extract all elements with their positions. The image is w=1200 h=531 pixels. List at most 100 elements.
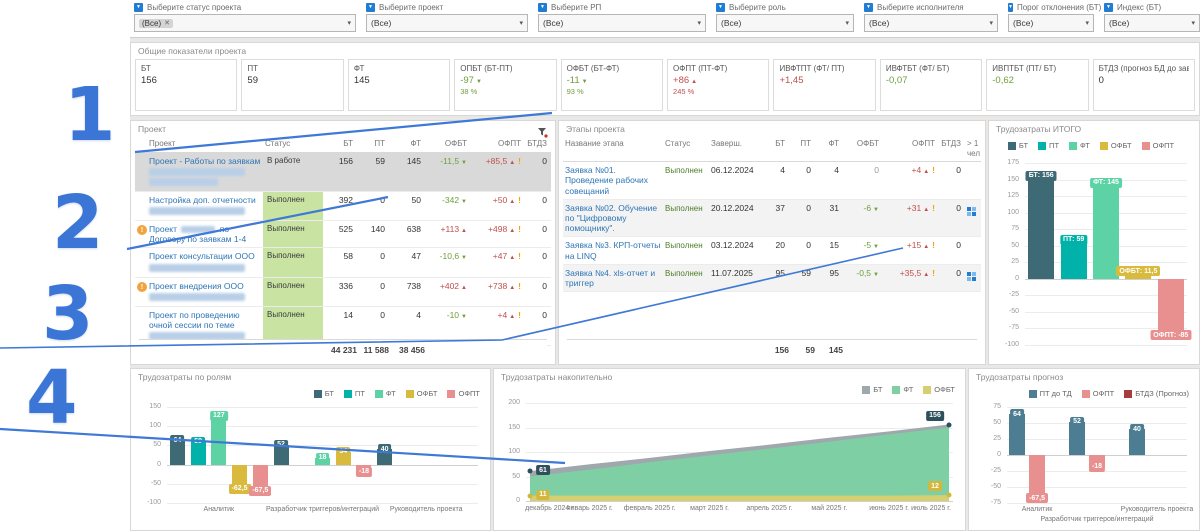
y-axis-tick: 50 <box>973 419 1001 426</box>
stage-link[interactable]: Заявка №4. xls-отчет и триггер <box>565 268 655 288</box>
kpi-panel-title: Общие показатели проекта <box>138 46 246 56</box>
kpi-label: БТ <box>141 64 231 73</box>
x-axis-label: Разработчик триггеров/интеграций <box>266 506 379 513</box>
column-header: ОФБТ <box>425 136 471 152</box>
warning-icon: ! <box>137 225 147 235</box>
column-header: БТДЗ <box>939 136 965 161</box>
slicer-dropdown[interactable]: (Все)▾ <box>366 14 528 32</box>
bar-БТ[interactable] <box>1028 176 1054 279</box>
bar-label: -18 <box>356 467 372 477</box>
status-badge: Выполнен <box>263 248 323 276</box>
kpi-label: ИВФТБТ (ФТ/ БТ) <box>886 64 976 73</box>
bar-label: 64 <box>1010 409 1024 419</box>
project-link[interactable]: Проект консультации ООО <box>149 251 255 261</box>
slicer-dropdown[interactable]: (Все)▾ <box>716 14 854 32</box>
slicer-value: (Все) <box>543 18 563 28</box>
slicer-dropdown-icon: ▼ <box>538 3 547 12</box>
column-header: ФТ <box>815 136 843 161</box>
x-axis-label: Руководитель проекта <box>390 506 463 513</box>
selected-value-chip: (Все)✕ <box>139 19 173 28</box>
project-link[interactable]: Настройка доп. отчетности <box>149 195 256 205</box>
table-row[interactable]: Проект консультации ОООВыполнен58047-10,… <box>135 248 551 277</box>
slicer-dropdown-icon: ▼ <box>134 3 143 12</box>
slicer-dropdown[interactable]: (Все)▾ <box>864 14 998 32</box>
kpi-label: ОФПТ (ПТ-ФТ) <box>673 64 763 73</box>
bar-ОФПТ[interactable] <box>1029 455 1045 498</box>
remove-chip-icon[interactable]: ✕ <box>164 19 170 27</box>
kpi-card: ПТ59 <box>241 59 343 111</box>
stage-link[interactable]: Заявка №02. Обучение по "Цифровому помощ… <box>565 203 657 233</box>
bar-label: 40 <box>1130 424 1144 434</box>
status-badge: Выполнен <box>665 241 703 250</box>
bar-ОФПТ[interactable] <box>1158 279 1184 335</box>
table-row[interactable]: Заявка №02. Обучение по "Цифровому помощ… <box>563 200 981 238</box>
stage-link[interactable]: Заявка №01. Проведение рабочих совещаний <box>565 165 648 195</box>
kpi-card: ФТ145 <box>348 59 450 111</box>
y-axis-tick: -50 <box>993 308 1019 315</box>
annotation-number-2: 2 <box>52 186 104 260</box>
bar-label: ПТ: 59 <box>1060 235 1087 245</box>
table-row[interactable]: Заявка №3. КРП-отчеты на LINQВыполнен03.… <box>563 237 981 264</box>
slicer-value: (Все) <box>371 18 391 28</box>
slicer-dropdown[interactable]: (Все)▾ <box>1104 14 1200 32</box>
table-row[interactable]: Проект - Работы по заявкамВ работе156591… <box>135 153 551 192</box>
bar-label: БТ: 156 <box>1026 171 1057 181</box>
table-row[interactable]: Настройка доп. отчетностиВыполнен392050-… <box>135 192 551 221</box>
warning-icon: ! <box>137 282 147 292</box>
y-axis-tick: 0 <box>993 275 1019 282</box>
slicer-5: ▼Выберите исполнителя(Все)▾ <box>864 3 998 34</box>
slicer-dropdown[interactable]: (Все)✕▾ <box>134 14 356 32</box>
table-row[interactable]: Заявка №01. Проведение рабочих совещаний… <box>563 162 981 200</box>
status-badge: Выполнен <box>263 221 323 247</box>
bar-ПТ до ТД[interactable] <box>1009 414 1025 455</box>
chart-roles: БТПТФТОФБТОФПТ150100500-50-1006452405912… <box>135 371 486 528</box>
kpi-card: БТДЗ (прогноз БД до заве...0 <box>1093 59 1195 111</box>
kpi-label: ОПБТ (БТ-ПТ) <box>460 64 550 73</box>
table-row[interactable]: !Проект по Договору по заявкам 1-4 Выполн… <box>135 221 551 248</box>
y-axis-tick: -75 <box>993 324 1019 331</box>
redacted-text <box>149 207 245 215</box>
kpi-label: ИВФТПТ (ФТ/ ПТ) <box>779 64 869 73</box>
report-icon <box>967 272 976 281</box>
slicer-dropdown-icon: ▼ <box>864 3 873 12</box>
slicer-value: (Все) <box>721 18 741 28</box>
bar-label: 64 <box>170 435 184 445</box>
stages-table: Название этапаСтатусЗаверш.БТПТФТОФБТОФП… <box>563 136 981 362</box>
column-header: Статус <box>263 136 323 152</box>
status-badge: Выполнен <box>665 166 703 175</box>
bar-ПТ[interactable] <box>1061 240 1087 279</box>
column-header: ОФБТ <box>843 136 883 161</box>
slicer-dropdown[interactable]: (Все)▾ <box>1008 14 1094 32</box>
bar-ФТ[interactable] <box>211 416 226 465</box>
project-table-title: Проект <box>138 124 166 134</box>
slicer-label-text: Выберите статус проекта <box>147 3 241 12</box>
project-table-panel: Проект ПроектСтатусБТПТФТОФБТОФПТБТДЗПро… <box>130 120 556 365</box>
chart-totals-panel: Трудозатраты ИТОГО БТПТФТОФБТОФПТ1751501… <box>988 120 1200 365</box>
bar-label: -62,5 <box>229 484 251 494</box>
bar-ФТ[interactable] <box>1093 183 1119 279</box>
project-link[interactable]: Проект по Договору по заявкам 1-4 <box>149 224 246 244</box>
bar-label: ОФПТ: -85 <box>1150 330 1191 340</box>
chevron-down-icon: ▾ <box>989 19 993 27</box>
y-axis-tick: -25 <box>993 291 1019 298</box>
column-header: БТ <box>323 136 357 152</box>
project-table: ПроектСтатусБТПТФТОФБТОФПТБТДЗПроект - Р… <box>135 136 551 362</box>
redacted-text <box>181 226 215 233</box>
project-link[interactable]: Проект по проведению очной сессии по тем… <box>149 310 240 330</box>
legend-item: ОФБТ <box>1100 141 1132 150</box>
column-header: ПТ <box>357 136 389 152</box>
table-row[interactable]: !Проект внедрения ОООВыполнен3360738+402… <box>135 278 551 307</box>
project-link[interactable]: Проект - Работы по заявкам <box>149 156 260 166</box>
kpi-card: ИВПТБТ (ПТ/ БТ)-0,62 <box>986 59 1088 111</box>
project-link[interactable]: Проект внедрения ООО <box>149 281 244 291</box>
kpi-card: ИВФТБТ (ФТ/ БТ)-0,07 <box>880 59 982 111</box>
y-axis-tick: 150 <box>993 176 1019 183</box>
slicer-dropdown-icon: ▼ <box>716 3 725 12</box>
stage-link[interactable]: Заявка №3. КРП-отчеты на LINQ <box>565 240 660 260</box>
slicer-dropdown[interactable]: (Все)▾ <box>538 14 706 32</box>
slicer-2: ▼Выберите проект(Все)▾ <box>366 3 528 34</box>
kpi-label: ФТ <box>354 64 444 73</box>
table-row[interactable]: Заявка №4. xls-отчет и триггерВыполнен11… <box>563 265 981 292</box>
x-axis-label: Аналитик <box>204 506 235 513</box>
x-axis-label: апрель 2025 г. <box>746 505 792 512</box>
